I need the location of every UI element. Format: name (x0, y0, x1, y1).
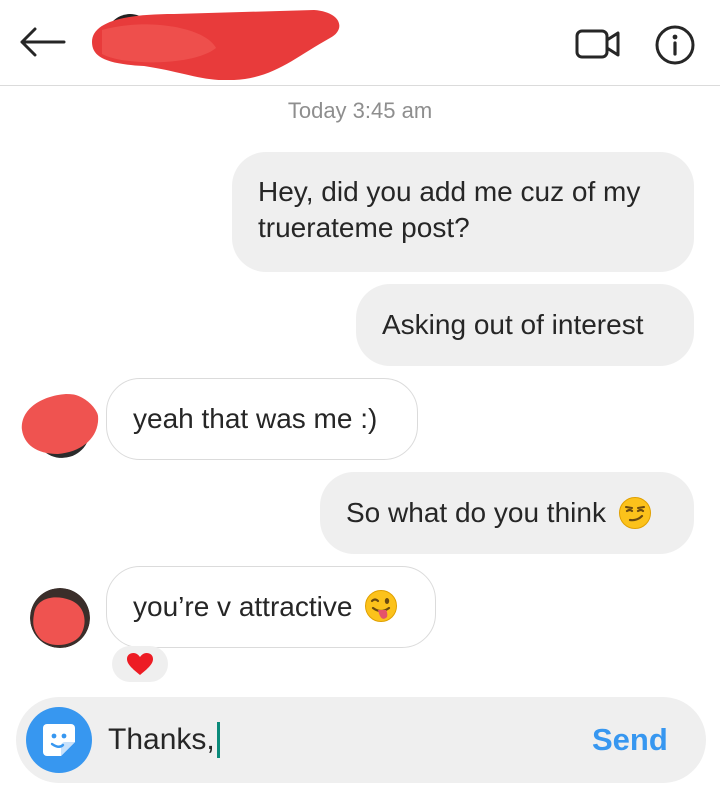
arrow-left-icon (20, 27, 66, 57)
video-call-button[interactable] (572, 24, 624, 64)
contact-avatar-redacted (30, 588, 90, 648)
message-text: Hey, did you add me cuz of my truerateme… (258, 176, 641, 243)
info-button[interactable] (652, 22, 698, 68)
redacted-contact-name (92, 10, 340, 80)
message-text: Asking out of interest (382, 309, 644, 340)
sticker-button[interactable] (26, 707, 92, 773)
chat-header (0, 0, 720, 86)
winking-face-with-tongue-icon (365, 589, 398, 622)
sticker-icon (43, 724, 75, 756)
back-button[interactable] (14, 20, 70, 64)
smirking-face-icon (618, 496, 651, 529)
contact-avatar-redacted (21, 394, 99, 458)
message-reaction[interactable] (112, 646, 168, 682)
message-input-value: Thanks, (108, 723, 215, 756)
info-circle-icon (655, 25, 695, 65)
message-text: you’re v attractive (133, 591, 353, 622)
red-heart-icon (127, 653, 153, 675)
outgoing-message[interactable]: Hey, did you add me cuz of my truerateme… (232, 152, 694, 272)
message-text: So what do you think (346, 497, 606, 528)
message-composer: Thanks, Send (16, 697, 706, 783)
text-caret (216, 722, 220, 758)
outgoing-message[interactable]: So what do you think (320, 472, 694, 554)
message-text: yeah that was me :) (133, 403, 378, 434)
outgoing-message[interactable]: Asking out of interest (356, 284, 694, 366)
incoming-message[interactable]: yeah that was me :) (106, 378, 418, 460)
thread-timestamp: Today 3:45 am (287, 98, 433, 123)
send-button[interactable]: Send (592, 722, 668, 758)
video-camera-icon (575, 29, 620, 59)
incoming-message[interactable]: you’re v attractive (106, 566, 436, 648)
message-input[interactable]: Thanks, (108, 722, 220, 758)
